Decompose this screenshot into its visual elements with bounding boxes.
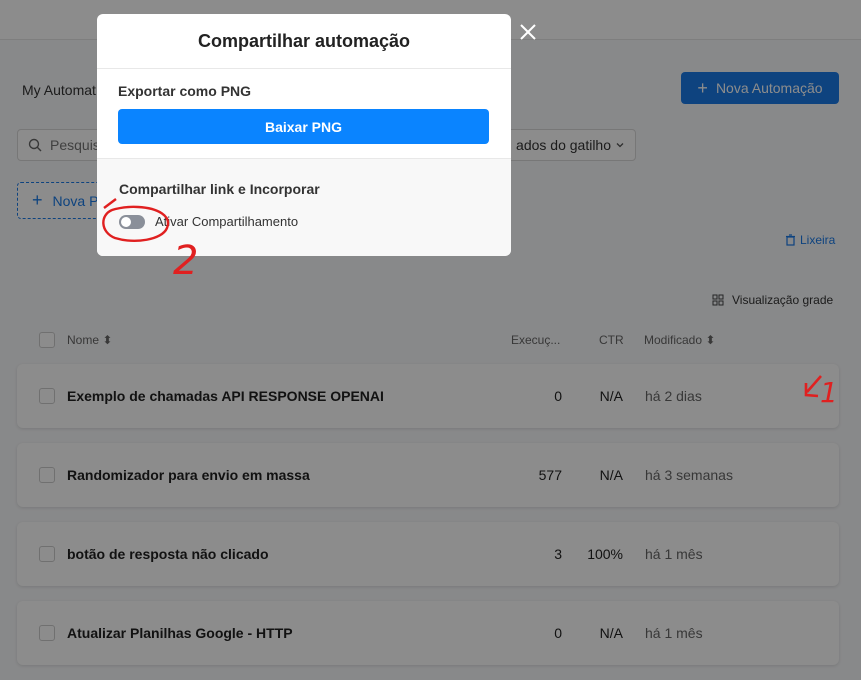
export-label: Exportar como PNG <box>118 83 252 99</box>
share-toggle-row[interactable]: Ativar Compartilhamento <box>119 214 489 229</box>
share-section: Compartilhar link e Incorporar Ativar Co… <box>97 159 511 256</box>
share-toggle[interactable] <box>119 214 145 229</box>
close-icon[interactable] <box>519 23 537 41</box>
share-automation-modal: Compartilhar automação Exportar como PNG… <box>97 14 511 256</box>
modal-title: Compartilhar automação <box>97 14 511 69</box>
export-section: Exportar como PNG Baixar PNG <box>97 69 511 159</box>
share-toggle-label: Ativar Compartilhamento <box>155 214 299 229</box>
download-png-button[interactable]: Baixar PNG <box>118 109 489 144</box>
share-label: Compartilhar link e Incorporar <box>119 181 320 197</box>
